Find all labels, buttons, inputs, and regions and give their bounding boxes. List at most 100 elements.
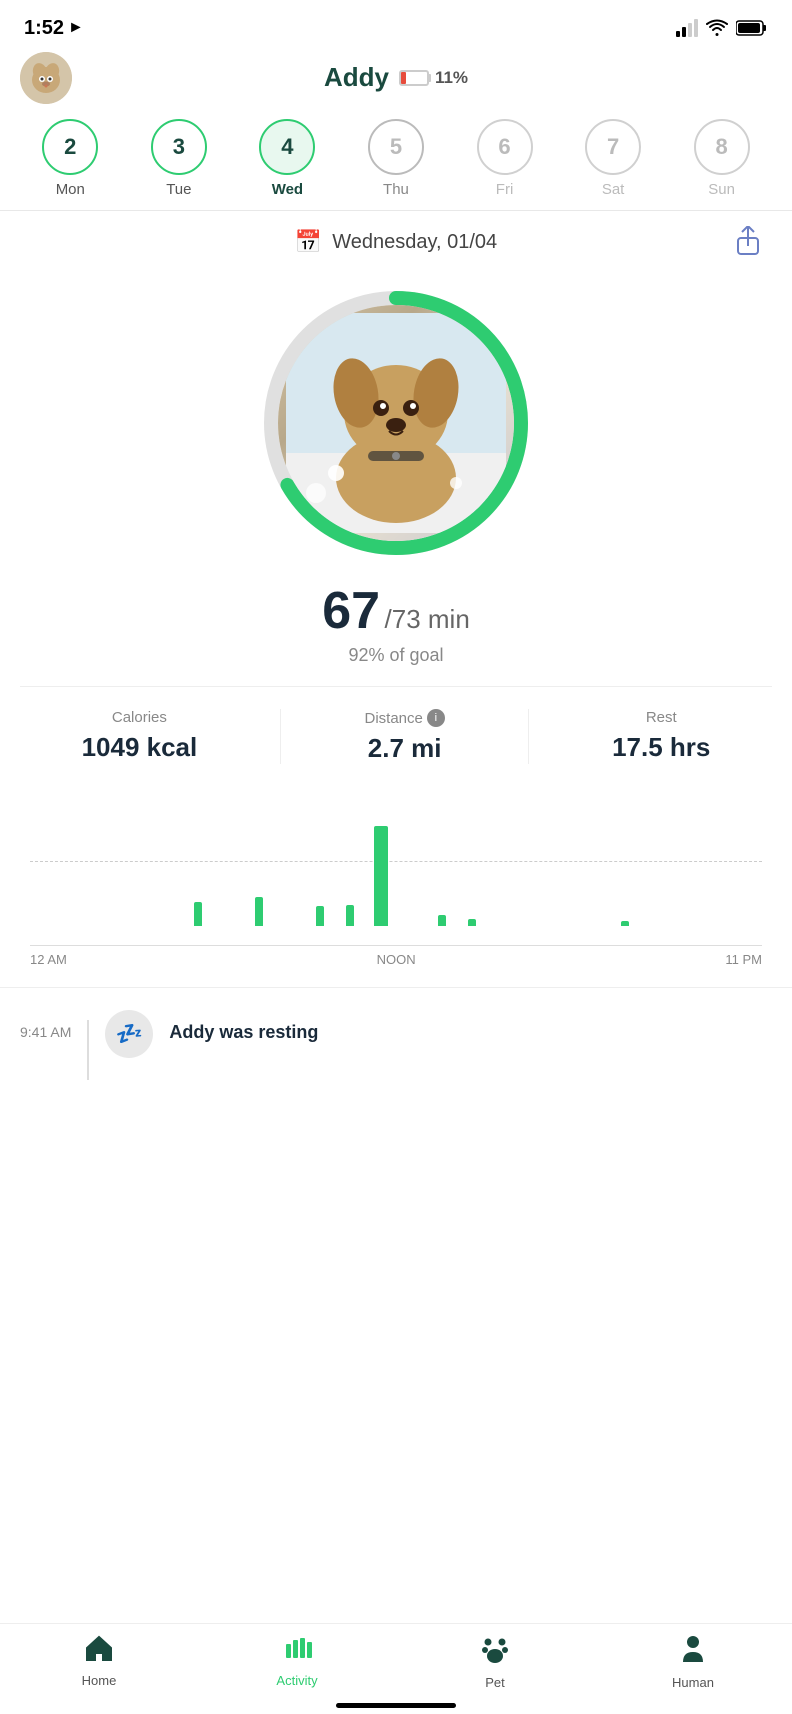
nav-item-activity[interactable]: Activity — [257, 1634, 337, 1690]
bottom-nav: Home Activity Pet — [0, 1623, 792, 1714]
header: Addy 11% — [0, 52, 792, 107]
day-item-thu[interactable]: 5 Thu — [368, 119, 424, 198]
bar-fill-14 — [468, 919, 476, 926]
pet-name-header: Addy 11% — [324, 62, 468, 93]
day-circle-thu[interactable]: 5 — [368, 119, 424, 175]
chart-bar-19 — [610, 816, 641, 926]
chart-bar-2 — [91, 816, 122, 926]
day-circle-tue[interactable]: 3 — [151, 119, 207, 175]
chart-bar-6 — [213, 816, 244, 926]
human-icon — [678, 1634, 708, 1671]
chart-label-mid: NOON — [377, 952, 416, 967]
chart-bar-5 — [183, 816, 214, 926]
chart-bar-16 — [518, 816, 549, 926]
timeline-time: 9:41 AM — [20, 1010, 71, 1040]
nav-item-pet[interactable]: Pet — [455, 1634, 535, 1690]
activity-chart-section: 12 AM NOON 11 PM — [0, 786, 792, 977]
chart-label-end: 11 PM — [725, 952, 762, 967]
pet-avatar[interactable] — [20, 52, 72, 104]
day-label-sun: Sun — [708, 181, 735, 198]
chart-bar-10 — [335, 816, 366, 926]
day-circle-sun[interactable]: 8 — [694, 119, 750, 175]
nav-item-home[interactable]: Home — [59, 1634, 139, 1690]
rest-icon: 💤 — [105, 1010, 153, 1058]
home-icon — [84, 1634, 114, 1669]
stats-row: Calories 1049 kcal Distance i 2.7 mi Res… — [20, 686, 772, 786]
distance-stat: Distance i 2.7 mi — [364, 709, 444, 764]
timeline-status: Addy was resting — [169, 1010, 318, 1043]
status-bar: 1:52 ► — [0, 0, 792, 52]
nav-label-home: Home — [82, 1673, 117, 1688]
chart-bar-20 — [640, 816, 671, 926]
chart-bar-21 — [671, 816, 702, 926]
status-icons — [676, 19, 768, 37]
bar-fill-7 — [255, 897, 263, 926]
rest-stat: Rest 17.5 hrs — [612, 709, 710, 764]
timeline-line — [87, 1020, 89, 1080]
chart-bars — [20, 816, 772, 926]
activity-goal: /73 min — [385, 604, 470, 634]
chart-bar-22 — [701, 816, 732, 926]
day-label-mon: Mon — [56, 181, 85, 198]
info-icon[interactable]: i — [427, 709, 445, 727]
activity-ring — [256, 283, 536, 563]
chart-bar-1 — [61, 816, 92, 926]
chart-bar-11 — [366, 816, 397, 926]
pet-battery: 11% — [399, 68, 468, 88]
bar-fill-9 — [316, 906, 324, 926]
distance-value: 2.7 mi — [368, 733, 442, 764]
bar-fill-5 — [194, 902, 202, 926]
share-button[interactable] — [728, 222, 768, 262]
nav-label-pet: Pet — [485, 1675, 505, 1690]
day-label-thu: Thu — [383, 181, 409, 198]
chart-bar-3 — [122, 816, 153, 926]
chart-bar-12 — [396, 816, 427, 926]
chart-bar-4 — [152, 816, 183, 926]
day-item-sat[interactable]: 7 Sat — [585, 119, 641, 198]
rest-value: 17.5 hrs — [612, 732, 710, 763]
chart-bar-14 — [457, 816, 488, 926]
day-item-sun[interactable]: 8 Sun — [694, 119, 750, 198]
day-label-sat: Sat — [602, 181, 625, 198]
day-circle-wed[interactable]: 4 — [259, 119, 315, 175]
bar-fill-13 — [438, 915, 446, 926]
rest-label: Rest — [646, 709, 677, 726]
nav-item-human[interactable]: Human — [653, 1634, 733, 1690]
activity-current: 67 — [322, 582, 380, 640]
day-item-wed[interactable]: 4 Wed — [259, 119, 315, 198]
activity-ring-section: 67 /73 min 92% of goal — [0, 273, 792, 686]
day-circle-sat[interactable]: 7 — [585, 119, 641, 175]
date-display: 📅 Wednesday, 01/04 — [295, 229, 497, 255]
chart-bar-18 — [579, 816, 610, 926]
day-label-fri: Fri — [496, 181, 514, 198]
stat-divider-2 — [528, 709, 529, 764]
bar-fill-10 — [346, 905, 354, 926]
activity-percent: 92% of goal — [322, 645, 470, 666]
chart-bar-17 — [549, 816, 580, 926]
day-label-tue: Tue — [166, 181, 191, 198]
chart-label-start: 12 AM — [30, 952, 67, 967]
calendar-icon: 📅 — [295, 229, 322, 255]
stat-divider-1 — [280, 709, 281, 764]
chart-bar-7 — [244, 816, 275, 926]
day-circle-fri[interactable]: 6 — [477, 119, 533, 175]
nav-label-human: Human — [672, 1675, 714, 1690]
calories-stat: Calories 1049 kcal — [82, 709, 198, 764]
day-selector: 2 Mon 3 Tue 4 Wed 5 Thu 6 Fri — [0, 107, 792, 211]
day-item-fri[interactable]: 6 Fri — [477, 119, 533, 198]
nav-label-activity: Activity — [276, 1673, 317, 1688]
day-item-tue[interactable]: 3 Tue — [151, 119, 207, 198]
battery-status-icon — [736, 19, 768, 37]
chart-bar-9 — [305, 816, 336, 926]
calories-value: 1049 kcal — [82, 732, 198, 763]
day-circle-mon[interactable]: 2 — [42, 119, 98, 175]
chart-labels: 12 AM NOON 11 PM — [20, 946, 772, 967]
share-icon — [734, 226, 762, 258]
paw-icon — [480, 1634, 510, 1671]
chart-bar-13 — [427, 816, 458, 926]
chart-bar-0 — [30, 816, 61, 926]
distance-label: Distance i — [364, 709, 444, 727]
activity-chart — [20, 816, 772, 946]
chart-bar-15 — [488, 816, 519, 926]
day-item-mon[interactable]: 2 Mon — [42, 119, 98, 198]
